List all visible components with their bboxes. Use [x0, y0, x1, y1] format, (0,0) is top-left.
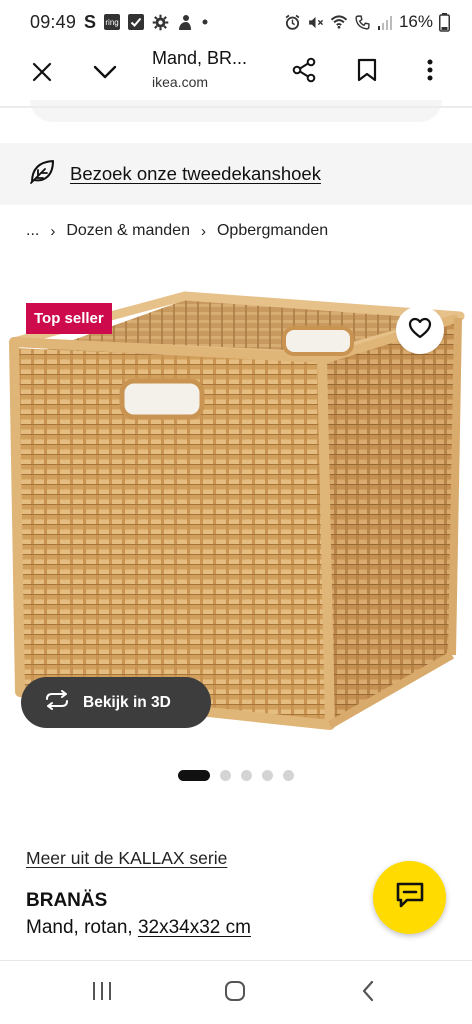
breadcrumb-item-opbergmanden[interactable]: Opbergmanden — [217, 222, 328, 240]
page-info-button[interactable] — [85, 54, 125, 94]
s-app-icon: S — [84, 11, 97, 32]
share-icon — [291, 57, 317, 88]
breadcrumb: ... › Dozen & manden › Opbergmanden — [26, 222, 328, 240]
product-dimensions-link[interactable]: 32x34x32 cm — [138, 917, 251, 938]
page-title: Mand, BR... — [152, 48, 248, 68]
carousel-dot[interactable] — [220, 770, 231, 781]
view-in-3d-button[interactable]: Bekijk in 3D — [21, 677, 211, 728]
notification-dot-icon — [201, 18, 209, 26]
status-time: 09:49 — [30, 11, 77, 32]
basket-image — [9, 291, 465, 730]
product-type: Mand, rotan, — [26, 917, 138, 938]
top-seller-badge: Top seller — [26, 303, 112, 334]
heart-icon — [408, 317, 432, 344]
breadcrumb-ellipsis[interactable]: ... — [26, 222, 39, 240]
more-vert-icon — [426, 58, 434, 87]
bookmark-icon — [357, 58, 377, 87]
carousel-dot[interactable] — [262, 770, 273, 781]
breadcrumb-separator: › — [50, 222, 56, 240]
product-image[interactable] — [0, 290, 472, 740]
search-bar-remnant[interactable] — [30, 100, 442, 122]
carousel-dot[interactable] — [283, 770, 294, 781]
browser-toolbar: Mand, BR... ikea.com — [0, 44, 472, 106]
home-icon — [224, 980, 246, 1007]
breadcrumb-item-dozen-manden[interactable]: Dozen & manden — [66, 222, 190, 240]
back-button[interactable] — [348, 977, 388, 1009]
recent-apps-button[interactable] — [82, 977, 122, 1009]
settings-icon — [152, 14, 169, 31]
carousel-dot[interactable] — [178, 770, 210, 781]
bookmark-button[interactable] — [347, 52, 387, 92]
chat-icon — [395, 881, 425, 914]
image-carousel-indicator — [178, 770, 294, 781]
breadcrumb-separator: › — [200, 222, 206, 240]
back-icon — [361, 980, 375, 1007]
more-options-button[interactable] — [410, 52, 450, 92]
favourite-button[interactable] — [396, 306, 444, 354]
leaf-icon — [28, 158, 56, 191]
kallax-series-link[interactable]: Meer uit de KALLAX serie — [26, 848, 227, 869]
status-left: 09:49 S ring — [30, 12, 209, 33]
alarm-icon — [284, 14, 301, 31]
share-button[interactable] — [284, 52, 324, 92]
chat-button[interactable] — [373, 861, 446, 934]
wifi-icon — [330, 14, 348, 30]
header-divider — [0, 106, 472, 108]
carousel-dot[interactable] — [241, 770, 252, 781]
ring-app-icon: ring — [104, 14, 121, 30]
rotate-3d-icon — [43, 690, 71, 715]
recent-apps-icon — [91, 981, 113, 1006]
status-right: 16% — [284, 12, 450, 32]
wifi-calling-icon — [354, 14, 371, 31]
home-button[interactable] — [215, 977, 255, 1009]
second-hand-banner[interactable]: Bezoek onze tweedekanshoek — [0, 143, 472, 205]
product-description: Mand, rotan, 32x34x32 cm — [26, 917, 251, 939]
battery-icon — [439, 12, 450, 32]
signal-icon — [377, 15, 393, 30]
close-icon — [32, 62, 52, 87]
checkbox-icon — [128, 14, 145, 30]
android-navigation-bar — [0, 961, 472, 1024]
page-url: ikea.com — [152, 74, 209, 90]
page-title-block[interactable]: Mand, BR... ikea.com — [152, 48, 272, 90]
second-hand-link[interactable]: Bezoek onze tweedekanshoek — [70, 163, 321, 185]
mute-icon — [307, 14, 324, 31]
product-name: BRANÄS — [26, 890, 108, 911]
view-in-3d-label: Bekijk in 3D — [83, 693, 171, 711]
close-button[interactable] — [22, 54, 62, 94]
fitness-app-icon — [177, 14, 193, 31]
battery-percentage: 16% — [398, 12, 433, 31]
status-bar: 09:49 S ring 16% — [0, 0, 472, 44]
chevron-down-icon — [93, 64, 117, 85]
